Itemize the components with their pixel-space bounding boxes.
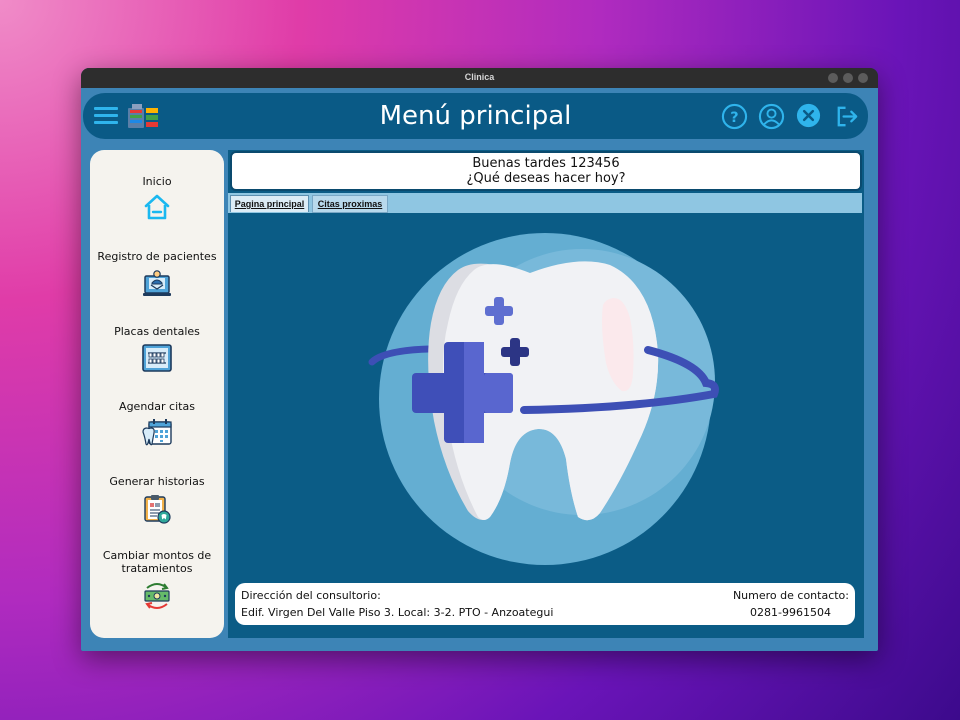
calendar-tooth-icon [142,419,172,446]
tab-pagina-principal[interactable]: Pagina principal [230,195,309,212]
address-value: Edif. Virgen Del Valle Piso 3. Local: 3-… [241,606,554,619]
clinic-info-footer: Dirección del consultorio: Edif. Virgen … [235,583,855,625]
tab-citas-proximas[interactable]: Citas proximas [312,195,388,213]
sidebar-item-inicio[interactable]: Inicio [90,175,224,221]
clipboard-history-icon [144,495,171,524]
sidebar-item-label: Placas dentales [114,325,200,338]
window-titlebar[interactable]: Clinica [81,68,878,88]
app-window: Clinica Menú principal ? Inicio Registro… [81,68,878,651]
sidebar-item-agendar-citas[interactable]: Agendar citas [90,400,224,450]
svg-text:?: ? [730,110,738,126]
dental-xray-icon [142,344,172,372]
header-bar: Menú principal ? [83,93,868,139]
user-profile-icon[interactable] [758,103,785,130]
patient-register-icon [143,270,171,296]
sidebar-item-registro-pacientes[interactable]: Registro de pacientes [90,250,224,300]
greeting-box: Buenas tardes 123456 ¿Qué deseas hacer h… [230,151,862,191]
address-label: Dirección del consultorio: [241,589,381,602]
contact-label: Numero de contacto: [732,589,849,602]
page-title: Menú principal [379,101,572,131]
tab-bar: Pagina principal Citas proximas [228,193,862,213]
dental-care-illustration [368,233,719,565]
sidebar-item-placas-dentales[interactable]: Placas dentales [90,325,224,373]
sidebar-item-label: Generar historias [109,475,205,488]
sidebar: Inicio Registro de pacientes Placas dent… [90,150,224,638]
minimize-window-button[interactable] [828,73,838,83]
sidebar-item-cambiar-montos[interactable]: Cambiar montos de tratamientos [90,549,224,612]
sidebar-item-label: Agendar citas [119,400,195,413]
maximize-window-button[interactable] [843,73,853,83]
sidebar-item-generar-historias[interactable]: Generar historias [90,475,224,525]
contact-phone: 0281-9961504 [750,606,831,619]
main-content: Buenas tardes 123456 ¿Qué deseas hacer h… [228,150,864,638]
window-title: Clinica [464,72,495,82]
sidebar-item-label: Inicio [142,175,172,188]
logout-icon[interactable] [833,103,860,130]
help-icon[interactable]: ? [721,103,748,130]
sidebar-item-label: Cambiar montos de tratamientos [102,549,212,575]
money-exchange-icon [144,583,170,609]
close-window-button[interactable] [858,73,868,83]
greeting-line-1: Buenas tardes 123456 [472,156,620,171]
sidebar-item-label: Registro de pacientes [97,250,217,263]
close-icon[interactable] [795,102,822,129]
home-icon [144,194,170,220]
greeting-line-2: ¿Qué deseas hacer hoy? [466,171,626,186]
app-client-area: Menú principal ? Inicio Registro de paci… [81,88,878,651]
